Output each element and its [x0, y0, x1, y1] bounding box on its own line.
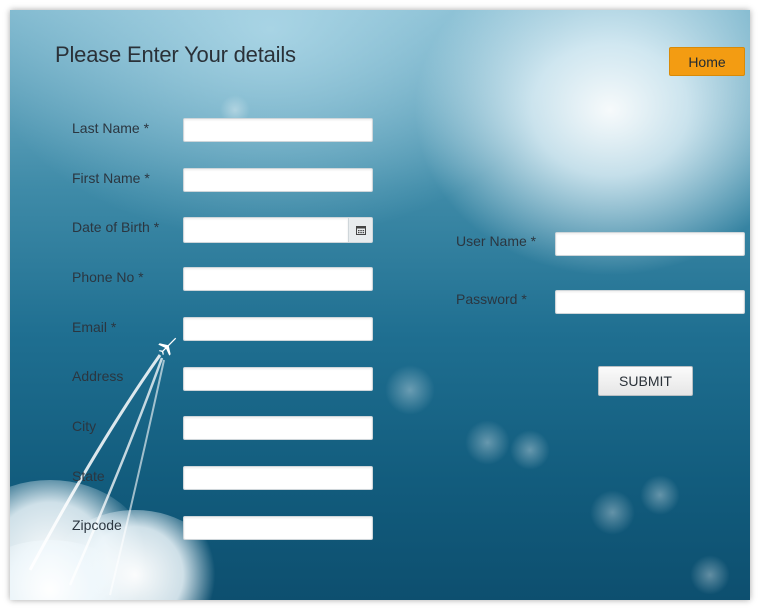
- phone-no-label: Phone No *: [72, 269, 144, 285]
- email-input[interactable]: [183, 317, 373, 341]
- address-label: Address: [72, 368, 124, 384]
- phone-no-input[interactable]: [183, 267, 373, 291]
- date-of-birth-label: Date of Birth *: [72, 219, 160, 235]
- calendar-icon: [355, 226, 366, 235]
- state-input[interactable]: [183, 466, 373, 490]
- last-name-label: Last Name *: [72, 120, 150, 136]
- home-button[interactable]: Home: [669, 47, 745, 76]
- address-input[interactable]: [183, 367, 373, 391]
- state-label: State: [72, 468, 105, 484]
- password-label: Password *: [456, 291, 527, 307]
- city-label: City: [72, 418, 97, 434]
- user-name-input[interactable]: [555, 232, 745, 256]
- airplane-icon: [158, 337, 177, 356]
- city-input[interactable]: [183, 416, 373, 440]
- email-label: Email *: [72, 319, 117, 335]
- first-name-label: First Name *: [72, 170, 150, 186]
- password-input[interactable]: [555, 290, 745, 314]
- submit-button[interactable]: SUBMIT: [598, 366, 693, 396]
- zipcode-label: Zipcode: [72, 517, 122, 533]
- date-of-birth-input[interactable]: [183, 217, 349, 243]
- date-of-birth-picker: [183, 217, 373, 243]
- last-name-input[interactable]: [183, 118, 373, 142]
- page-title: Please Enter Your details: [55, 42, 296, 67]
- app-window: Please Enter Your details Home Last Name…: [10, 10, 750, 600]
- date-picker-button[interactable]: [348, 217, 373, 243]
- user-name-label: User Name *: [456, 233, 537, 249]
- zipcode-input[interactable]: [183, 516, 373, 540]
- first-name-input[interactable]: [183, 168, 373, 192]
